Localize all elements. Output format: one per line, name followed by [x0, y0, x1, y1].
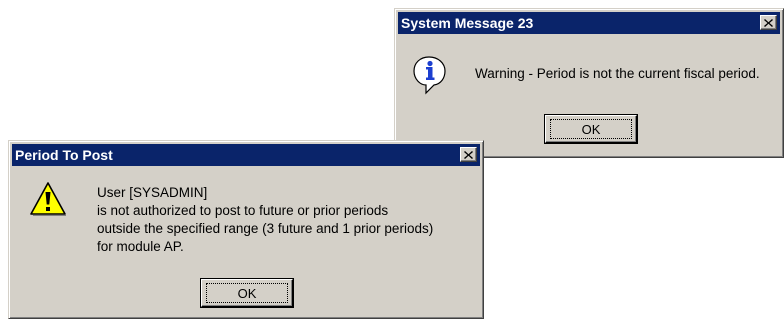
system-message-dialog: System Message 23 Warning - Period is no…	[394, 8, 784, 158]
message-line: is not authorized to post to future or p…	[97, 203, 389, 218]
system-message-text: Warning - Period is not the current fisc…	[475, 66, 760, 81]
period-to-post-titlebar[interactable]: Period To Post	[12, 144, 480, 166]
period-to-post-close-button[interactable]	[460, 147, 477, 162]
close-icon	[464, 150, 473, 159]
system-message-title: System Message 23	[401, 15, 534, 31]
ok-label: OK	[237, 285, 257, 301]
period-to-post-message: User [SYSADMIN] is not authorized to pos…	[97, 184, 433, 256]
system-message-titlebar[interactable]: System Message 23	[398, 12, 780, 34]
period-to-post-ok-button[interactable]: OK	[201, 279, 293, 307]
message-line: User [SYSADMIN]	[97, 185, 208, 200]
message-line: for module AP.	[97, 239, 184, 254]
ok-label: OK	[581, 121, 601, 137]
warning-icon	[30, 182, 66, 216]
message-line: outside the specified range (3 future an…	[97, 221, 434, 236]
system-message-ok-button[interactable]: OK	[545, 115, 637, 143]
system-message-close-button[interactable]	[760, 15, 777, 30]
info-icon	[413, 56, 446, 95]
period-to-post-title: Period To Post	[15, 147, 113, 163]
close-icon	[764, 18, 773, 27]
period-to-post-dialog: Period To Post User [SYSADMIN] is not au…	[8, 140, 484, 319]
